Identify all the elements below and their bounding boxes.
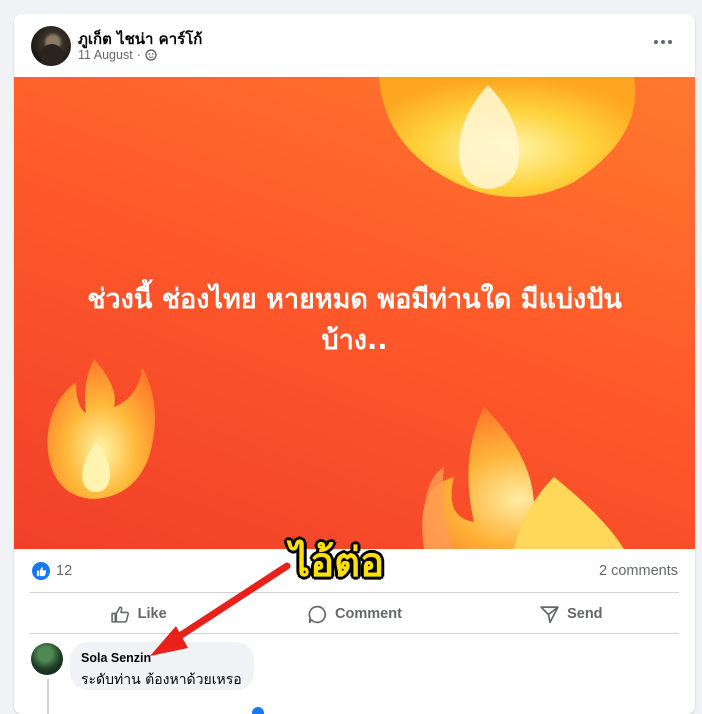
divider xyxy=(30,633,679,634)
post-card: ภูเก็ต ไชน่า คาร์โก้ 11 August · ช่วงนี้… xyxy=(14,14,695,714)
comment-text: ระดับท่าน ต้องหาด้วยเหรอ xyxy=(81,672,242,688)
comment-bubble: Sola Senzin ระดับท่าน ต้องหาด้วยเหรอ xyxy=(70,642,254,690)
post-meta: 11 August · xyxy=(78,48,157,62)
post-banner: ช่วงนี้ ช่องไทย หายหมด พอมีท่านใด มีแบ่ง… xyxy=(14,77,695,549)
author-avatar[interactable] xyxy=(31,26,71,66)
commenter-name[interactable]: Sola Senzin xyxy=(81,651,151,665)
send-button[interactable]: Send xyxy=(463,596,679,632)
more-options-icon[interactable] xyxy=(649,32,677,52)
comment-item: Sola Senzin ระดับท่าน ต้องหาด้วยเหรอ xyxy=(30,639,679,714)
reply-indicator-icon xyxy=(252,707,264,714)
banner-text-line2: บ้าง.. xyxy=(321,325,388,356)
thumbs-up-icon xyxy=(110,605,129,623)
comment-button[interactable]: Comment xyxy=(246,596,462,632)
post-date[interactable]: 11 August xyxy=(78,48,133,62)
like-reaction-icon[interactable] xyxy=(32,562,50,580)
send-icon xyxy=(540,605,559,623)
banner-text-line1: ช่วงนี้ ช่องไทย หายหมด พอมีท่านใด มีแบ่ง… xyxy=(87,284,622,315)
banner-text: ช่วงนี้ ช่องไทย หายหมด พอมีท่านใด มีแบ่ง… xyxy=(34,279,675,361)
comment-count[interactable]: 2 comments xyxy=(599,563,678,579)
annotation-label: ไอ้ต่อ xyxy=(290,540,385,586)
like-count[interactable]: 12 xyxy=(56,563,72,579)
speech-bubble-icon xyxy=(308,605,327,623)
meta-separator: · xyxy=(136,48,141,62)
like-button-label: Like xyxy=(137,606,167,622)
send-button-label: Send xyxy=(567,606,603,622)
post-actions-bar: Like Comment Send xyxy=(30,596,679,632)
public-globe-icon xyxy=(145,49,157,61)
commenter-avatar[interactable] xyxy=(31,643,63,675)
comment-button-label: Comment xyxy=(335,606,402,622)
reply-thread-line xyxy=(47,679,49,714)
post-header: ภูเก็ต ไชน่า คาร์โก้ 11 August · xyxy=(14,14,695,77)
like-button[interactable]: Like xyxy=(30,596,246,632)
